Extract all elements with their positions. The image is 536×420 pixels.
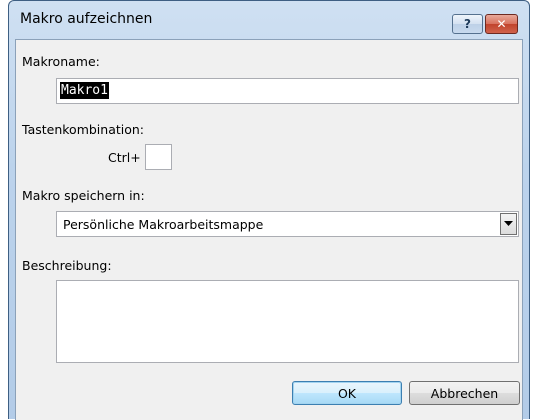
cancel-button[interactable]: Abbrechen: [409, 381, 520, 405]
dialog-title: Makro aufzeichnen: [20, 11, 153, 27]
store-in-selected: Persönliche Makroarbeitsmappe: [63, 217, 264, 232]
macro-name-value: Makro1: [60, 82, 109, 99]
cancel-button-label: Abbrechen: [430, 385, 499, 401]
close-icon: ✕: [496, 17, 507, 31]
shortcut-key-input[interactable]: [145, 144, 172, 170]
ok-button-label: OK: [337, 385, 357, 401]
ok-button[interactable]: OK: [292, 381, 402, 405]
close-button[interactable]: ✕: [485, 14, 518, 34]
dialog-window: Makro aufzeichnen ? ✕ Makroname: Makro1 …: [8, 0, 530, 420]
title-bar[interactable]: Makro aufzeichnen ? ✕: [9, 1, 529, 39]
help-button[interactable]: ?: [452, 14, 483, 34]
help-icon: ?: [464, 17, 471, 31]
dropdown-arrow-button[interactable]: [500, 213, 517, 235]
store-in-dropdown[interactable]: Persönliche Makroarbeitsmappe: [56, 211, 519, 237]
macro-name-input[interactable]: Makro1: [56, 78, 519, 104]
shortcut-prefix: Ctrl+: [108, 150, 141, 165]
shortcut-label: Tastenkombination:: [22, 122, 145, 137]
chevron-down-icon: [504, 221, 513, 226]
description-textarea[interactable]: [56, 280, 519, 363]
store-in-label: Makro speichern in:: [22, 188, 145, 203]
description-label: Beschreibung:: [22, 258, 112, 273]
dialog-client-area: Makroname: Makro1 Tastenkombination: Ctr…: [15, 39, 523, 420]
macro-name-label: Makroname:: [22, 54, 100, 69]
